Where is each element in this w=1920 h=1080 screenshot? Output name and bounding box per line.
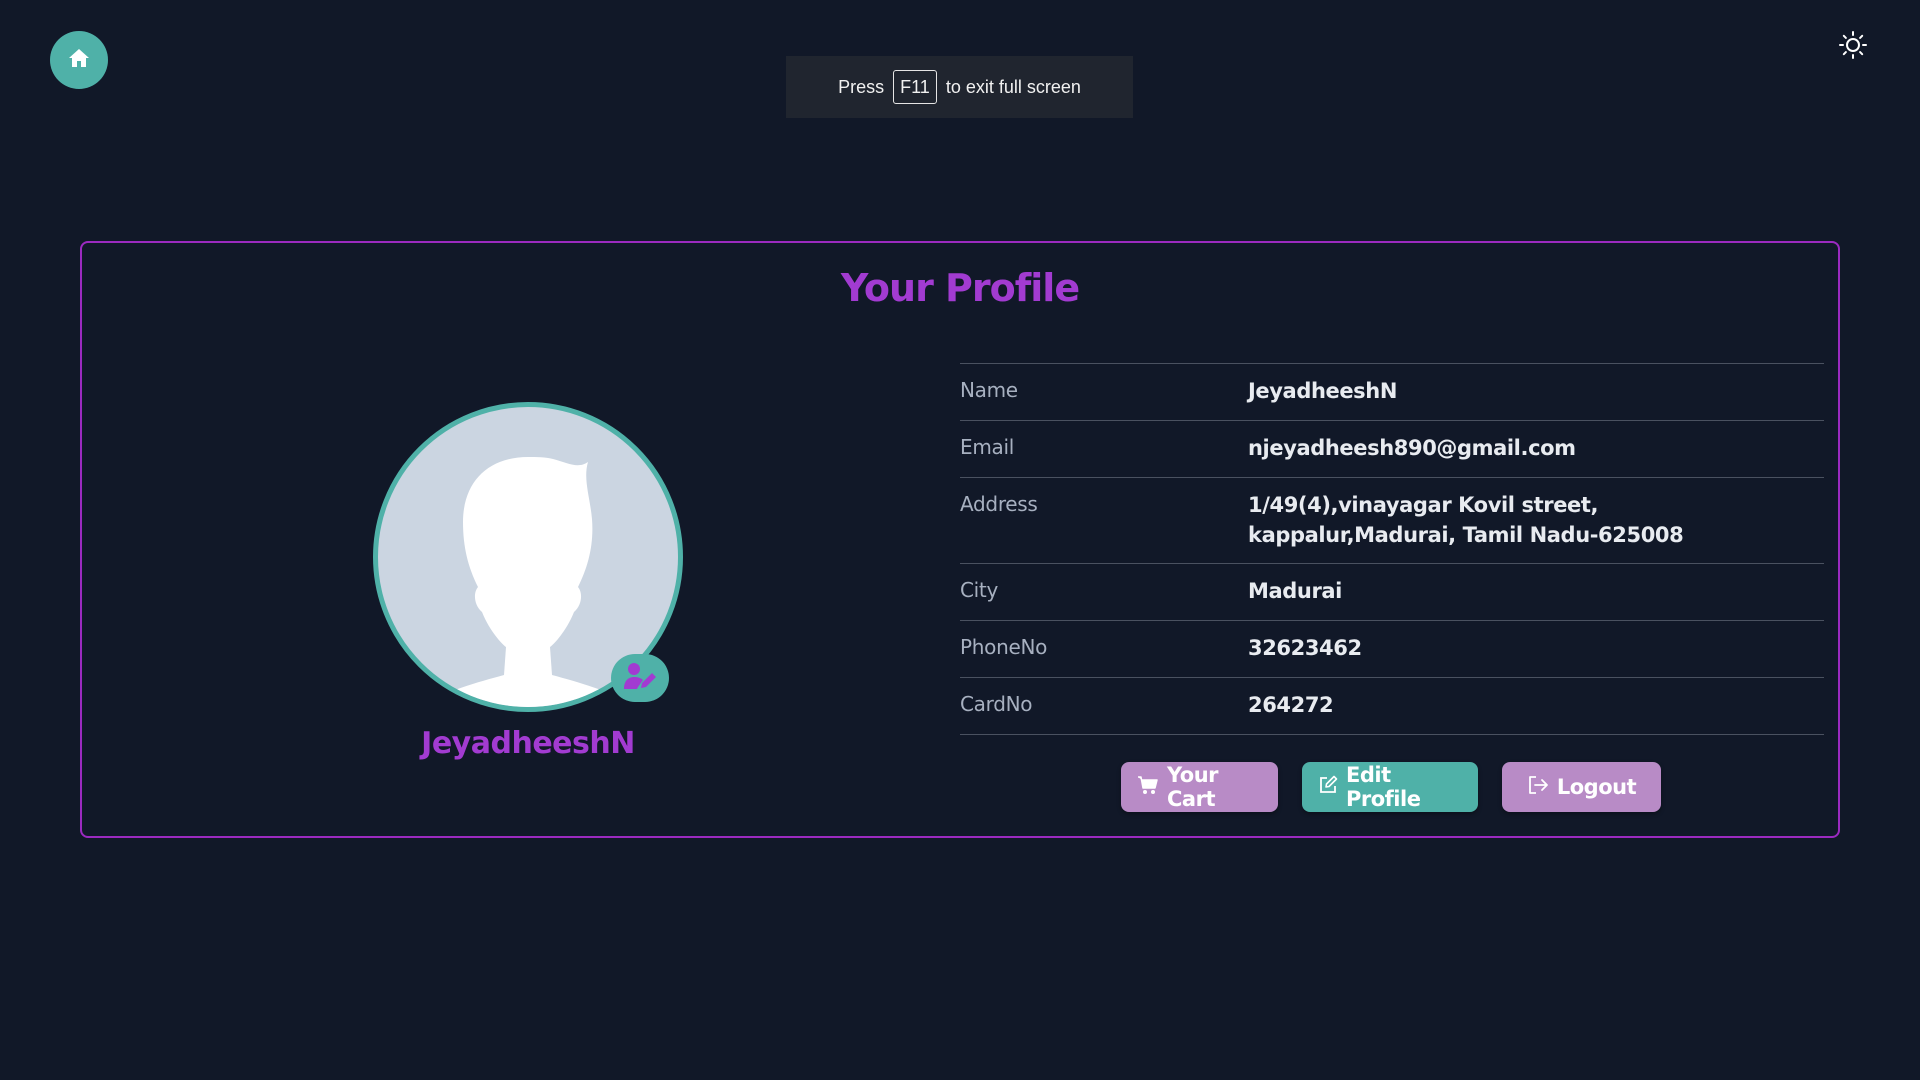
avatar-edit-button[interactable] (611, 654, 669, 702)
detail-label: City (960, 578, 998, 602)
profile-username: JeyadheeshN (421, 726, 635, 761)
edit-profile-button[interactable]: Edit Profile (1302, 762, 1478, 812)
profile-details-table: Name JeyadheeshN Email njeyadheesh890@gm… (960, 363, 1824, 735)
home-button[interactable] (50, 31, 108, 89)
detail-value: 32623462 (1248, 636, 1362, 660)
fullscreen-notice: Press F11 to exit full screen (786, 56, 1133, 118)
your-cart-button[interactable]: Your Cart (1121, 762, 1278, 812)
detail-label: PhoneNo (960, 635, 1048, 659)
profile-actions: Your Cart Edit Profile Logout (1121, 762, 1661, 812)
detail-row-city: City Madurai (960, 564, 1824, 621)
detail-label: Name (960, 378, 1018, 402)
edit-profile-label: Edit Profile (1346, 763, 1421, 811)
detail-row-address: Address 1/49(4),vinayagar Kovil street, … (960, 478, 1824, 564)
detail-row-card: CardNo 264272 (960, 678, 1824, 735)
your-cart-label: Your Cart (1167, 763, 1219, 811)
detail-row-email: Email njeyadheesh890@gmail.com (960, 421, 1824, 478)
detail-row-phone: PhoneNo 32623462 (960, 621, 1824, 678)
fullscreen-notice-suffix: to exit full screen (945, 76, 1081, 97)
edit-icon (1318, 775, 1338, 800)
detail-row-name: Name JeyadheeshN (960, 364, 1824, 421)
home-icon (67, 46, 91, 74)
page-title: Your Profile (840, 266, 1080, 310)
logout-button[interactable]: Logout (1502, 762, 1661, 812)
avatar-container (373, 402, 683, 712)
detail-label: CardNo (960, 692, 1033, 716)
logout-icon (1527, 775, 1549, 800)
user-edit-icon (622, 661, 658, 695)
detail-value: JeyadheeshN (1248, 379, 1398, 403)
detail-value: 1/49(4),vinayagar Kovil street, kappalur… (1248, 493, 1684, 547)
fullscreen-key: F11 (893, 70, 937, 104)
theme-toggle-button[interactable] (1836, 30, 1870, 64)
sun-icon (1838, 30, 1868, 64)
cart-icon (1137, 775, 1159, 800)
detail-label: Address (960, 492, 1038, 516)
detail-value: njeyadheesh890@gmail.com (1248, 436, 1576, 460)
detail-value: 264272 (1248, 693, 1334, 717)
detail-value: Madurai (1248, 579, 1342, 603)
logout-label: Logout (1556, 775, 1637, 799)
detail-label: Email (960, 435, 1014, 459)
fullscreen-notice-prefix: Press (838, 76, 885, 97)
